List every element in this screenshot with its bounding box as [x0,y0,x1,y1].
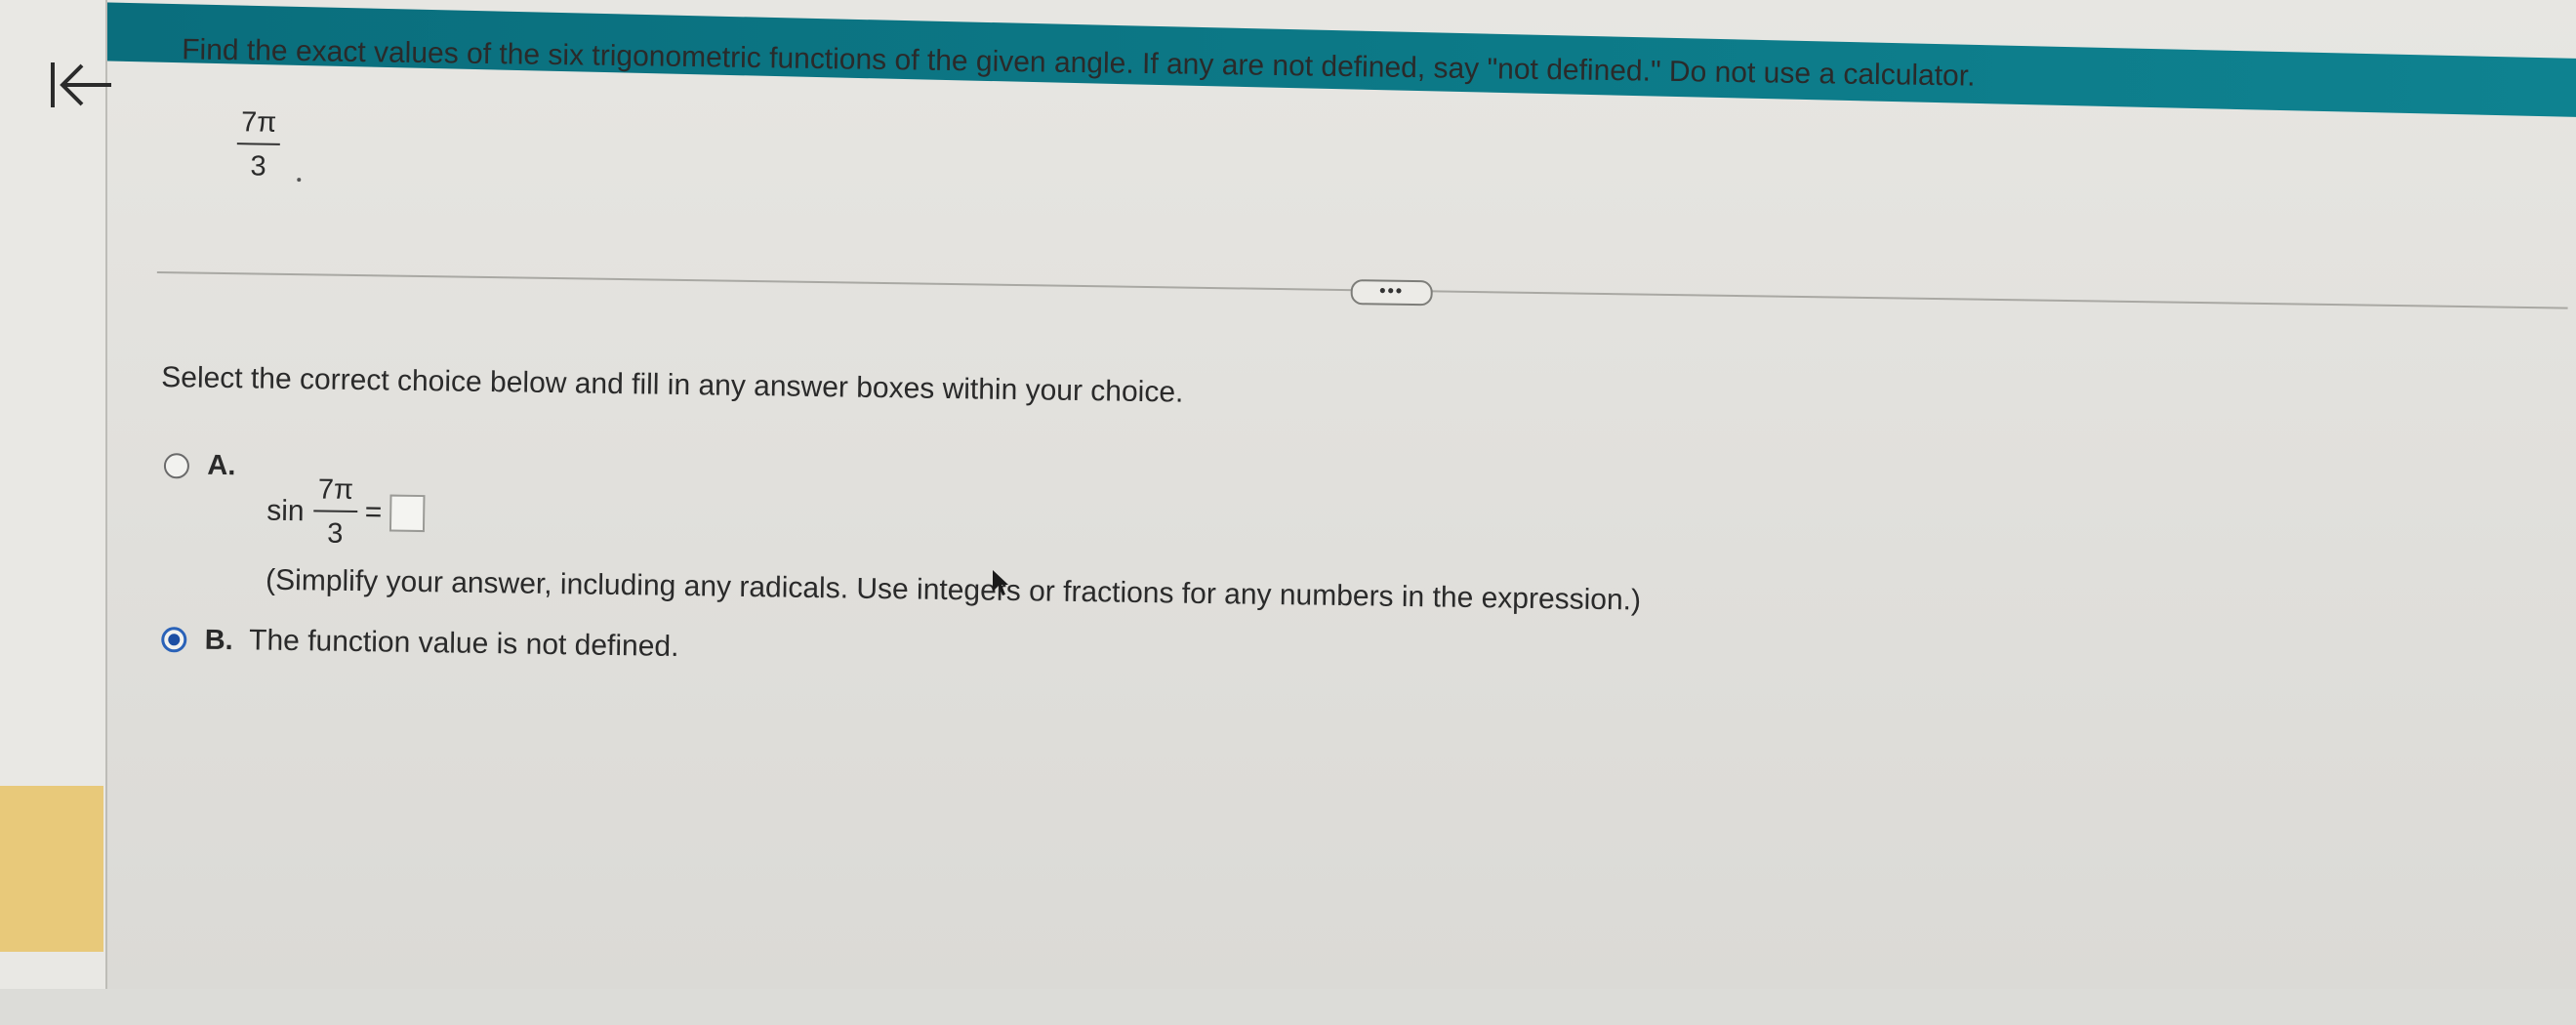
function-name: sin [266,494,305,528]
option-a-denominator: 3 [327,517,344,550]
mouse-pointer-icon [991,568,1010,597]
instruction-text: Select the correct choice below and fill… [161,361,1184,409]
option-a-equation: sin 7π 3 = [266,473,426,550]
option-a-fraction: 7π 3 [313,473,358,550]
answer-input-box[interactable] [388,494,426,533]
angle-denominator: 3 [250,150,266,183]
rail-highlight [0,786,103,952]
option-b-letter: B. [204,624,233,656]
option-b-text: The function value is not defined. [248,624,679,663]
equals-sign: = [364,496,383,529]
question-prompt: Find the exact values of the six trigono… [182,33,1976,93]
option-b[interactable]: B. The function value is not defined. [161,623,679,664]
angle-numerator: 7π [236,106,281,145]
back-to-start-icon[interactable] [49,57,115,113]
option-a[interactable]: A. [163,449,236,482]
left-rail [0,0,107,989]
given-angle: 7π 3 [236,106,281,183]
period-dot [297,178,302,183]
option-a-numerator: 7π [313,473,358,513]
option-a-hint: (Simplify your answer, including any rad… [265,563,1642,617]
question-panel: Find the exact values of the six trigono… [146,0,2576,1025]
show-more-button[interactable]: ••• [1350,279,1433,307]
option-b-radio[interactable] [161,627,187,653]
option-a-letter: A. [207,449,236,482]
screen: Find the exact values of the six trigono… [0,0,2576,989]
option-a-radio[interactable] [163,452,190,478]
